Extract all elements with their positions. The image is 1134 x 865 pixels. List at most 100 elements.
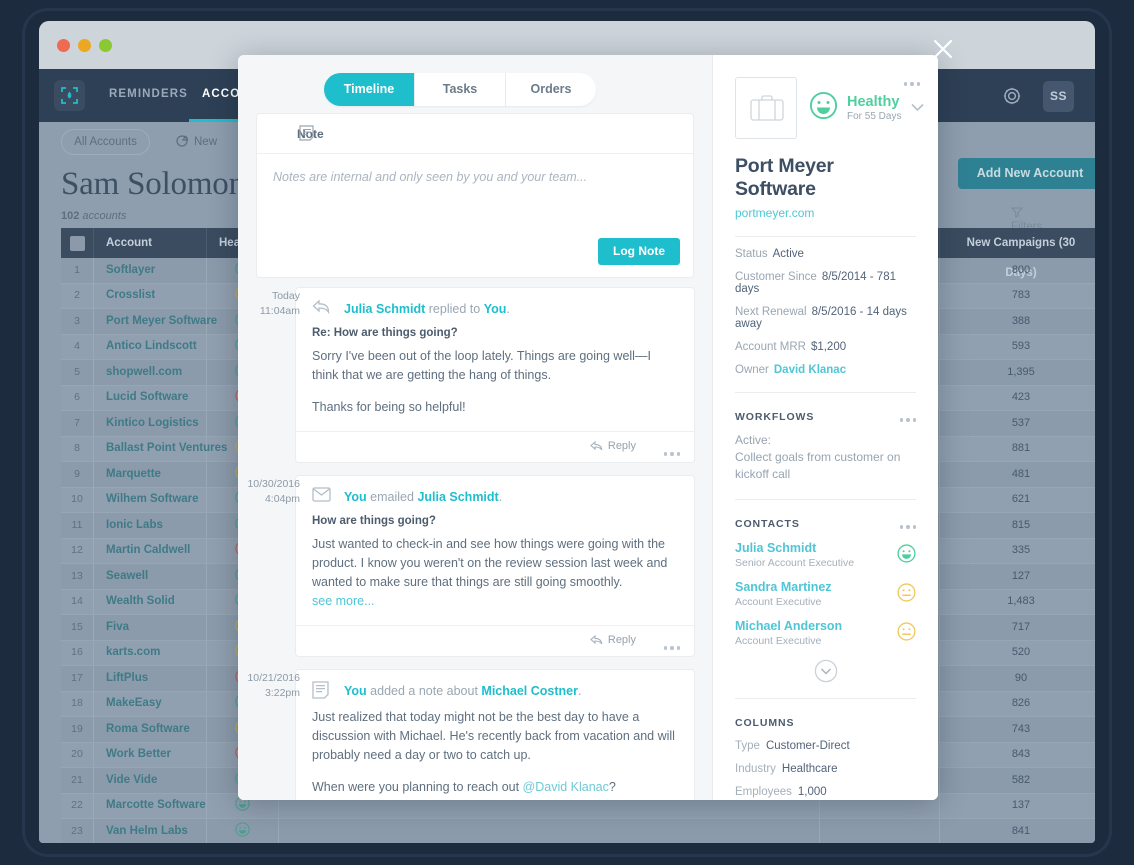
contact-role: Account Executive — [735, 635, 822, 647]
row-new-campaigns: 137 — [1011, 799, 1031, 811]
nav-item-reminders[interactable]: REMINDERS — [109, 88, 188, 100]
row-account-name[interactable]: Marcotte Software — [94, 793, 207, 819]
contacts-title: CONTACTS — [735, 518, 800, 530]
row-new-campaigns: 127 — [1011, 569, 1031, 582]
timeline-item-menu[interactable] — [661, 639, 680, 657]
row-account-name[interactable]: Kintico Logistics — [94, 410, 207, 436]
timeline-item-header: You emailed Julia Schmidt. — [296, 476, 694, 506]
timeline-item: Today 11:04am Julia Schmidt replied to You… — [238, 287, 712, 463]
tab-timeline[interactable]: Timeline — [324, 73, 415, 106]
account-count: 102 accounts — [61, 210, 126, 222]
window-zoom-dot[interactable] — [99, 39, 112, 52]
health-status[interactable]: Healthy For 55 Days — [809, 91, 925, 125]
row-index: 1 — [61, 257, 94, 283]
row-account-name[interactable]: Van Helm Labs — [94, 818, 207, 843]
row-account-name[interactable]: karts.com — [94, 640, 207, 666]
contacts-menu[interactable] — [897, 521, 916, 533]
modal-tabs: Timeline Tasks Orders — [324, 73, 596, 106]
timeline-item-footer: Reply — [296, 431, 694, 462]
row-account-name[interactable]: Port Meyer Software — [94, 308, 217, 334]
row-index: 22 — [61, 793, 94, 819]
row-account-name[interactable]: Ionic Labs — [94, 512, 207, 538]
row-account-name[interactable]: Softlayer — [94, 257, 207, 283]
row-index: 10 — [61, 487, 94, 513]
timeline-verb: emailed — [370, 490, 414, 504]
window-minimize-dot[interactable] — [78, 39, 91, 52]
row-account-name[interactable]: Work Better — [94, 742, 207, 768]
row-account-name[interactable]: Wealth Solid — [94, 589, 207, 615]
account-detail-row: Status Active — [735, 248, 916, 260]
row-new-campaigns: 815 — [1011, 518, 1031, 531]
column-key: Type — [735, 740, 760, 752]
row-index: 13 — [61, 563, 94, 589]
row-account-name[interactable]: Fiva — [94, 614, 207, 640]
app-logo-icon[interactable] — [54, 80, 85, 111]
row-account-name[interactable]: Seawell — [94, 563, 207, 589]
row-account-name[interactable]: Lucid Software — [94, 385, 207, 411]
row-account-name[interactable]: Roma Software — [94, 716, 207, 742]
contact-item: Julia Schmidt Senior Account Executive — [735, 541, 916, 569]
contact-item: Michael Anderson Account Executive — [735, 619, 916, 647]
chevron-down-icon[interactable] — [911, 99, 925, 117]
gear-icon[interactable] — [1001, 85, 1023, 107]
row-account-name[interactable]: Ballast Point Ventures — [94, 436, 227, 462]
contact-name[interactable]: Michael Anderson — [735, 619, 916, 633]
row-account-name[interactable]: Wilhem Software — [94, 487, 207, 513]
see-more-link[interactable]: see more... — [312, 594, 375, 608]
column-header-account[interactable]: Account — [94, 228, 207, 258]
note-textarea[interactable]: Notes are internal and only seen by you … — [257, 154, 693, 236]
timeline-verb: replied to — [428, 302, 481, 316]
row-account-name[interactable]: Marquette — [94, 461, 207, 487]
log-note-button[interactable]: Log Note — [598, 238, 680, 265]
window-close-dot[interactable] — [57, 39, 70, 52]
row-account-name[interactable]: Martin Caldwell — [94, 538, 207, 564]
timeline-target[interactable]: Michael Costner — [481, 684, 578, 698]
workflows-menu[interactable] — [897, 414, 916, 426]
timeline-actor[interactable]: You — [344, 684, 367, 698]
row-index: 20 — [61, 742, 94, 768]
row-new-campaigns: 537 — [1011, 416, 1031, 429]
timeline-body: Sorry I've been out of the loop lately. … — [296, 339, 694, 431]
row-new-campaigns: 717 — [1011, 620, 1031, 633]
timeline-target[interactable]: You — [484, 302, 507, 316]
timeline-actor[interactable]: You — [344, 490, 367, 504]
contact-mood-icon — [897, 622, 916, 646]
contact-name[interactable]: Julia Schmidt — [735, 541, 916, 555]
contact-name[interactable]: Sandra Martinez — [735, 580, 916, 594]
tab-tasks[interactable]: Tasks — [415, 73, 506, 106]
close-icon[interactable] — [931, 37, 955, 61]
row-index: 6 — [61, 385, 94, 411]
row-account-name[interactable]: LiftPlus — [94, 665, 207, 691]
tab-orders[interactable]: Orders — [506, 73, 596, 106]
timeline-body: Just realized that today might not be th… — [296, 700, 694, 800]
row-new-campaigns: 1,483 — [1007, 595, 1035, 607]
columns-title: COLUMNS — [735, 717, 795, 729]
reply-button[interactable]: Reply — [590, 634, 636, 649]
row-account-name[interactable]: Crosslist — [94, 283, 207, 309]
table-row[interactable]: 23 Van Helm Labs 841 — [61, 818, 1095, 843]
avatar[interactable]: SS — [1043, 81, 1074, 112]
row-index: 21 — [61, 767, 94, 793]
user-mention[interactable]: @David Klanac — [523, 780, 609, 794]
add-new-account-button[interactable]: Add New Account — [958, 158, 1095, 189]
row-new-campaigns: 843 — [1011, 748, 1031, 760]
column-header-new-campaigns[interactable]: New Campaigns (30 Days) — [940, 228, 1095, 279]
reply-button[interactable]: Reply — [590, 440, 636, 455]
account-website-link[interactable]: portmeyer.com — [735, 206, 916, 220]
new-view-button[interactable]: New — [176, 134, 217, 150]
row-index: 16 — [61, 640, 94, 666]
row-account-name[interactable]: Antico Lindscott — [94, 334, 207, 360]
row-index: 19 — [61, 716, 94, 742]
detail-value[interactable]: David Klanac — [774, 364, 846, 376]
timeline-actor[interactable]: Julia Schmidt — [344, 302, 425, 316]
row-account-name[interactable]: Vide Vide — [94, 767, 207, 793]
row-account-name[interactable]: MakeEasy — [94, 691, 207, 717]
account-detail-row: Customer Since 8/5/2014 - 781 days — [735, 271, 916, 295]
section-title-workflows: WORKFLOWS — [735, 411, 916, 423]
timeline-item-menu[interactable] — [661, 445, 680, 463]
select-all-checkbox[interactable] — [61, 228, 94, 258]
chevron-down-circle-icon[interactable] — [735, 659, 916, 688]
all-accounts-filter-button[interactable]: All Accounts — [61, 129, 150, 155]
row-account-name[interactable]: shopwell.com — [94, 359, 207, 385]
timeline-target[interactable]: Julia Schmidt — [417, 490, 498, 504]
